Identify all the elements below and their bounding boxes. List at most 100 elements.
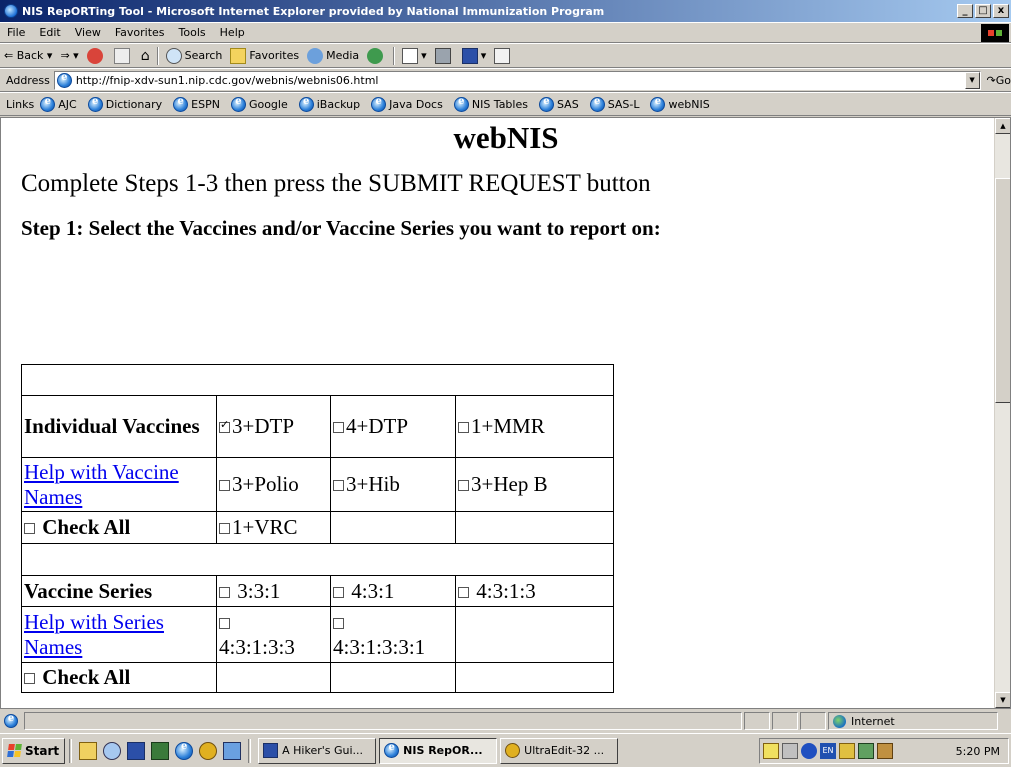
link-sas[interactable]: SAS bbox=[538, 96, 579, 112]
checkbox-3-hep-b[interactable] bbox=[458, 480, 469, 491]
checkbox-3-dtp[interactable] bbox=[219, 418, 230, 433]
vaccine-option[interactable]: 4+DTP bbox=[330, 395, 456, 458]
maximize-button[interactable]: □ bbox=[975, 4, 991, 18]
address-dropdown-button[interactable]: ▼ bbox=[964, 71, 980, 89]
link-google[interactable]: Google bbox=[230, 96, 288, 112]
check-all-vaccines-checkbox[interactable] bbox=[24, 523, 35, 534]
link-nis-tables[interactable]: NIS Tables bbox=[453, 96, 528, 112]
checkbox-3-3-1[interactable] bbox=[219, 586, 230, 598]
link-ajc[interactable]: AJC bbox=[40, 96, 77, 112]
check-all-label: Check All bbox=[42, 665, 131, 689]
vaccine-option[interactable]: 3+Polio bbox=[216, 457, 331, 512]
task-button-ultraedit[interactable]: UltraEdit-32 ... bbox=[500, 737, 619, 764]
menu-file[interactable]: File bbox=[0, 26, 32, 39]
task-button-hikers-guide[interactable]: A Hiker's Gui... bbox=[258, 737, 377, 764]
checkbox-3-polio[interactable] bbox=[219, 480, 230, 491]
ie-link-icon bbox=[589, 96, 605, 112]
start-button[interactable]: Start bbox=[2, 737, 66, 764]
ultraedit-icon[interactable] bbox=[199, 741, 218, 760]
minimize-button[interactable]: _ bbox=[957, 4, 973, 18]
series-option[interactable]: 4:3:1 bbox=[330, 575, 456, 607]
mail-button[interactable]: ▾ bbox=[398, 47, 431, 64]
window-controls: _ □ x bbox=[955, 4, 1009, 18]
link-dictionary[interactable]: Dictionary bbox=[87, 96, 162, 112]
checkbox-4-dtp[interactable] bbox=[333, 422, 344, 433]
status-text-segment bbox=[24, 712, 742, 730]
word-icon[interactable] bbox=[127, 741, 146, 760]
check-all-cell[interactable]: Check All bbox=[21, 511, 217, 544]
help-vaccine-names-link[interactable]: Help with Vaccine Names bbox=[24, 460, 179, 509]
favorites-button[interactable]: Favorites bbox=[226, 47, 303, 64]
checkbox-1-mmr[interactable] bbox=[458, 422, 469, 433]
checkbox-3-hib[interactable] bbox=[333, 480, 344, 491]
address-input[interactable]: http://fnip-xdv-sun1.nip.cdc.gov/webnis/… bbox=[53, 70, 981, 90]
history-button[interactable] bbox=[363, 47, 390, 64]
ie-link-icon bbox=[230, 96, 246, 112]
series-option[interactable]: 4:3:1:3 bbox=[455, 575, 614, 607]
scroll-up-button[interactable]: ▲ bbox=[995, 118, 1010, 134]
back-button[interactable]: ⇐ Back ▾ bbox=[0, 49, 56, 62]
vaccine-option[interactable]: 3+Hep B bbox=[455, 457, 614, 512]
vaccine-option[interactable]: 1+MMR bbox=[455, 395, 614, 458]
series-option[interactable]: 3:3:1 bbox=[216, 575, 331, 607]
help-series-names-link[interactable]: Help with Series Names bbox=[24, 610, 164, 659]
vaccine-option[interactable]: 3+DTP bbox=[216, 395, 331, 458]
task-button-nis-reporting[interactable]: NIS RepOR... bbox=[379, 737, 498, 764]
network-icon[interactable] bbox=[801, 743, 817, 759]
tray-app-icon[interactable] bbox=[839, 743, 855, 759]
internet-explorer-icon[interactable] bbox=[175, 741, 194, 760]
menu-edit[interactable]: Edit bbox=[32, 26, 67, 39]
link-ibackup[interactable]: iBackup bbox=[298, 96, 360, 112]
link-java-docs[interactable]: Java Docs bbox=[371, 96, 443, 112]
tray-app-icon[interactable] bbox=[877, 743, 893, 759]
checkbox-1-vrc[interactable] bbox=[219, 523, 230, 534]
media-player-icon[interactable] bbox=[223, 741, 242, 760]
scroll-down-button[interactable]: ▼ bbox=[995, 692, 1010, 708]
menu-favorites[interactable]: Favorites bbox=[108, 26, 172, 39]
vertical-scrollbar[interactable]: ▲ ▼ bbox=[994, 118, 1010, 708]
menu-tools[interactable]: Tools bbox=[172, 26, 213, 39]
check-all-cell[interactable]: Check All bbox=[21, 662, 217, 693]
vaccine-label: 3+Polio bbox=[232, 472, 299, 496]
edit-button[interactable]: ▾ bbox=[458, 47, 491, 64]
series-label: 4:3:1:3:3 bbox=[219, 634, 295, 659]
language-icon[interactable]: EN bbox=[820, 743, 836, 759]
show-desktop-icon[interactable] bbox=[79, 741, 98, 760]
checkbox-4-3-1-3-3-1[interactable] bbox=[333, 617, 344, 629]
go-arrow-icon: ↷ bbox=[986, 73, 996, 87]
link-sas-l[interactable]: SAS-L bbox=[589, 96, 639, 112]
stop-button[interactable] bbox=[83, 47, 110, 64]
forward-button[interactable]: ⇒ ▾ bbox=[56, 49, 82, 62]
checkbox-4-3-1-3-3[interactable] bbox=[219, 617, 230, 629]
tray-app-icon[interactable] bbox=[763, 743, 779, 759]
close-button[interactable]: x bbox=[993, 4, 1009, 18]
vaccine-option[interactable]: 3+Hib bbox=[330, 457, 456, 512]
link-label: ESPN bbox=[191, 97, 220, 111]
window-title-bar[interactable]: NIS RepORTing Tool - Microsoft Internet … bbox=[0, 0, 1011, 22]
discuss-button[interactable] bbox=[490, 47, 517, 64]
checkbox-4-3-1[interactable] bbox=[333, 586, 344, 598]
checkbox-4-3-1-3[interactable] bbox=[458, 586, 469, 598]
volume-icon[interactable] bbox=[782, 743, 798, 759]
address-url[interactable]: http://fnip-xdv-sun1.nip.cdc.gov/webnis/… bbox=[76, 74, 379, 87]
menu-help[interactable]: Help bbox=[213, 26, 252, 39]
ultraedit-icon bbox=[505, 743, 521, 758]
vaccine-option[interactable]: 1+VRC bbox=[216, 511, 331, 544]
menu-view[interactable]: View bbox=[68, 26, 108, 39]
tray-app-icon[interactable] bbox=[858, 743, 874, 759]
link-webnis[interactable]: webNIS bbox=[650, 96, 710, 112]
favorites-label: Favorites bbox=[249, 49, 300, 62]
home-button[interactable]: ⌂ bbox=[137, 48, 154, 64]
search-button[interactable]: Search bbox=[162, 47, 227, 64]
link-espn[interactable]: ESPN bbox=[173, 96, 220, 112]
app-icon[interactable] bbox=[151, 741, 170, 760]
series-option[interactable]: 4:3:1:3:3 bbox=[216, 606, 331, 663]
scroll-thumb[interactable] bbox=[995, 178, 1010, 403]
go-button[interactable]: ↷ Go bbox=[981, 74, 1011, 87]
series-option[interactable]: 4:3:1:3:3:1 bbox=[330, 606, 456, 663]
print-button[interactable] bbox=[431, 47, 458, 64]
media-button[interactable]: Media bbox=[303, 47, 363, 64]
check-all-series-checkbox[interactable] bbox=[24, 673, 35, 684]
refresh-button[interactable] bbox=[110, 47, 137, 64]
search-icon[interactable] bbox=[103, 741, 122, 760]
